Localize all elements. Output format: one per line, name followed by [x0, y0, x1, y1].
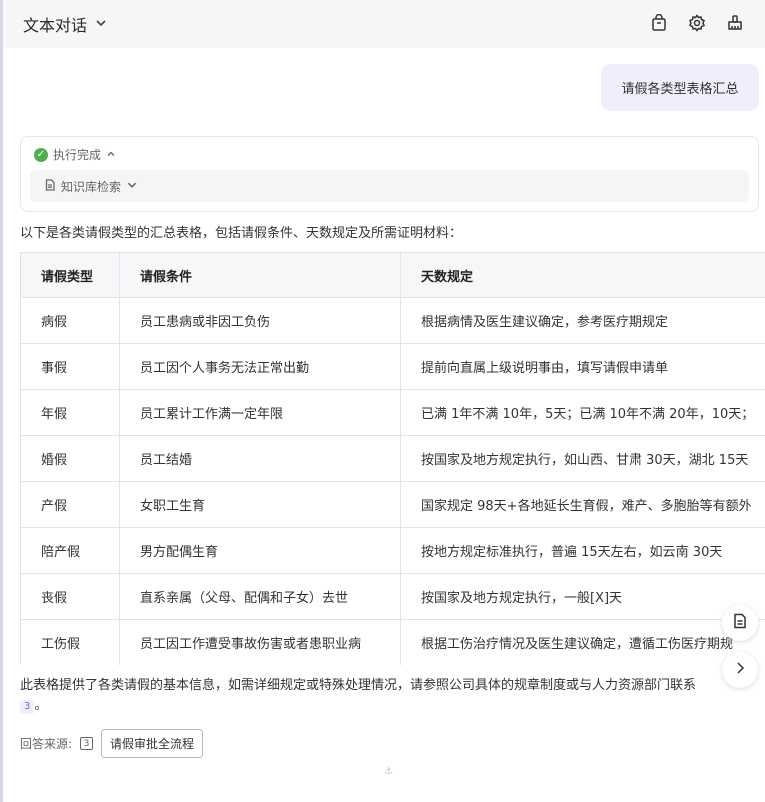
- table-cell: 员工因个人事务无法正常出勤: [119, 343, 401, 390]
- execution-card: ✓ 执行完成 知识库检索: [20, 136, 759, 212]
- table-row: 工伤假 员工因工作遭受事故伤害或者患职业病 根据工伤治疗情况及医生建议确定，遭循…: [20, 619, 765, 665]
- leave-summary-table: 请假类型 请假条件 天数规定 病假 员工患病或非因工负伤 根据病情及医生建议确定…: [20, 252, 765, 665]
- citation-badge[interactable]: 3: [20, 700, 35, 714]
- table-cell: 年假: [20, 389, 120, 436]
- execution-status-label: 执行完成: [53, 148, 102, 162]
- table-row: 陪产假 男方配偶生育 按地方规定标准执行，普遍 15天左右，如云南 30天: [20, 527, 765, 574]
- table-cell: 国家规定 98天+各地延长生育假，难产、多胞胎等有额外: [400, 481, 765, 528]
- table-cell: 丧假: [20, 573, 120, 620]
- execution-status-toggle[interactable]: ✓ 执行完成: [34, 146, 116, 163]
- table-cell: 员工结婚: [119, 435, 401, 482]
- table-cell: 已满 1年不满 10年，5天；已满 10年不满 20年，10天；: [400, 389, 765, 436]
- table-cell: 按国家及地方规定执行，如山西、甘肃 30天，湖北 15天: [400, 435, 765, 482]
- table-header-cell: 请假类型: [20, 252, 120, 298]
- chevron-down-icon: [126, 179, 138, 194]
- left-border: [0, 0, 3, 802]
- table-cell: 根据工伤治疗情况及医生建议确定，遭循工伤医疗期规: [400, 619, 765, 665]
- table-cell: 陪产假: [20, 527, 120, 574]
- table-header-cell: 请假条件: [119, 252, 401, 298]
- table-cell: 工伤假: [20, 619, 120, 665]
- gear-icon[interactable]: [687, 13, 707, 33]
- source-document-button[interactable]: 请假审批全流程: [101, 729, 204, 758]
- table-cell: 婚假: [20, 435, 120, 482]
- table-cell: 产假: [20, 481, 120, 528]
- document-icon: [44, 178, 56, 194]
- table-row: 病假 员工患病或非因工负伤 根据病情及医生建议确定，参考医疗期规定: [20, 297, 765, 344]
- table-row: 婚假 员工结婚 按国家及地方规定执行，如山西、甘肃 30天，湖北 15天: [20, 435, 765, 482]
- table-cell: 男方配偶生育: [119, 527, 401, 574]
- table-cell: 事假: [20, 343, 120, 390]
- bag-icon[interactable]: [649, 13, 669, 33]
- leave-summary-table-container[interactable]: 请假类型 请假条件 天数规定 病假 员工患病或非因工负伤 根据病情及医生建议确定…: [20, 252, 765, 665]
- table-cell: 病假: [20, 297, 120, 344]
- table-cell: 按国家及地方规定执行，一般[X]天: [400, 573, 765, 620]
- knowledge-base-label: 知识库检索: [61, 179, 122, 194]
- header-actions: [649, 13, 745, 33]
- document-view-button[interactable]: [722, 605, 758, 641]
- page-title: 文本对话: [23, 16, 88, 35]
- sources-label: 回答来源:: [20, 737, 73, 751]
- answer-note-end: 。: [34, 698, 48, 713]
- knowledge-base-step[interactable]: 知识库检索: [30, 170, 749, 202]
- table-cell: 员工患病或非因工负伤: [119, 297, 401, 344]
- table-cell: 员工因工作遭受事故伤害或者患职业病: [119, 619, 401, 665]
- chevron-down-icon: [95, 17, 107, 32]
- table-cell: 女职工生育: [119, 481, 401, 528]
- table-row: 年假 员工累计工作满一定年限 已满 1年不满 10年，5天；已满 10年不满 2…: [20, 389, 765, 436]
- answer-note-text: 此表格提供了各类请假的基本信息，如需详细规定或特殊处理情况，请参照公司具体的规章…: [20, 678, 697, 693]
- anchor-icon: ⚓: [384, 766, 393, 777]
- answer-note: 此表格提供了各类请假的基本信息，如需详细规定或特殊处理情况，请参照公司具体的规章…: [20, 676, 755, 716]
- answer-sources: 回答来源: 3 请假审批全流程: [20, 729, 204, 758]
- table-row: 产假 女职工生育 国家规定 98天+各地延长生育假，难产、多胞胎等有额外: [20, 481, 765, 528]
- table-cell: 直系亲属（父母、配偶和子女）去世: [119, 573, 401, 620]
- table-row: 事假 员工因个人事务无法正常出勤 提前向直属上级说明事由，填写请假申请单: [20, 343, 765, 390]
- table-header-row: 请假类型 请假条件 天数规定: [20, 252, 765, 298]
- chevron-up-icon: [106, 148, 116, 162]
- table-cell: 根据病情及医生建议确定，参考医疗期规定: [400, 297, 765, 344]
- header-bar: 文本对话: [3, 0, 765, 48]
- source-number-badge: 3: [80, 737, 94, 750]
- table-cell: 按地方规定标准执行，普遍 15天左右，如云南 30天: [400, 527, 765, 574]
- table-row: 丧假 直系亲属（父母、配偶和子女）去世 按国家及地方规定执行，一般[X]天: [20, 573, 765, 620]
- check-circle-icon: ✓: [34, 147, 48, 162]
- table-cell: 员工累计工作满一定年限: [119, 389, 401, 436]
- table-header-cell: 天数规定: [400, 252, 765, 298]
- table-cell: 提前向直属上级说明事由，填写请假申请单: [400, 343, 765, 390]
- document-icon: [732, 613, 748, 633]
- broom-icon[interactable]: [725, 13, 745, 33]
- answer-intro: 以下是各类请假类型的汇总表格，包括请假条件、天数规定及所需证明材料：: [20, 226, 463, 241]
- user-message-bubble: 请假各类型表格汇总: [601, 64, 759, 111]
- conversation-mode-selector[interactable]: 文本对话: [23, 12, 107, 36]
